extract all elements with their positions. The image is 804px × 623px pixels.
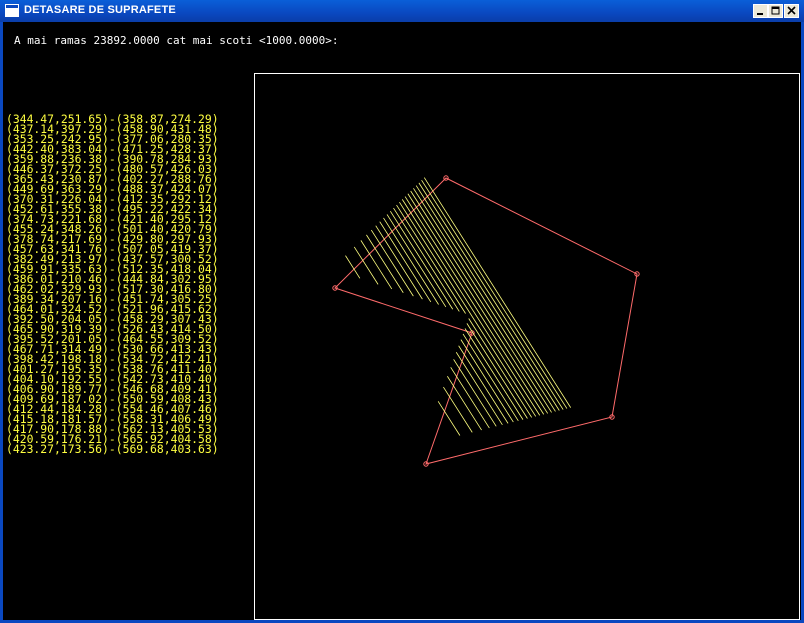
hatch-line: [375, 225, 423, 300]
hatch-line: [383, 217, 439, 305]
hatch-line: [453, 359, 497, 427]
maximize-button[interactable]: [768, 4, 783, 18]
hatch-line: [407, 193, 549, 414]
hatch-line: [450, 367, 490, 429]
minimize-icon: [757, 13, 763, 15]
segment-list-item: (423.27,173.56)-(569.68,403.63): [6, 442, 219, 456]
hatch-line: [423, 177, 572, 408]
hatch-line: [370, 229, 414, 297]
hatch-line: [399, 201, 537, 417]
hatch-line: [404, 196, 545, 415]
segment-list: (344.47,251.65)-(358.87,274.29) (437.14,3…: [6, 113, 219, 456]
hatch-line: [401, 199, 541, 416]
window-title: DETASARE DE SUPRAFETE: [24, 4, 176, 16]
drawing-svg: [332, 175, 640, 467]
minimize-button[interactable]: [753, 4, 768, 18]
maximize-icon: [771, 6, 780, 15]
app-window: DETASARE DE SUPRAFETE A mai ramas 23892.…: [0, 0, 804, 623]
hatch-line: [466, 323, 528, 419]
hatch-line: [396, 204, 466, 314]
hatch-line: [366, 234, 404, 293]
hatch-line: [468, 318, 532, 418]
hatch-line: [464, 328, 524, 420]
hatch-line: [379, 221, 432, 303]
hatch-line: [418, 182, 564, 410]
hatch-line: [390, 210, 454, 310]
hatch-line: [410, 190, 552, 413]
polygon-outline: [334, 177, 638, 465]
hatch-line: [415, 185, 560, 411]
close-icon: [787, 6, 796, 15]
console-prompt: A mai ramas 23892.0000 cat mai scoti <10…: [14, 34, 339, 47]
hatch-line: [437, 401, 461, 436]
close-button[interactable]: [784, 4, 799, 18]
window-frame-left: [0, 22, 3, 623]
app-icon: [5, 4, 19, 17]
drawing-canvas: [254, 73, 800, 620]
hatch-line: [455, 352, 503, 426]
title-bar[interactable]: DETASARE DE SUPRAFETE: [0, 0, 804, 22]
